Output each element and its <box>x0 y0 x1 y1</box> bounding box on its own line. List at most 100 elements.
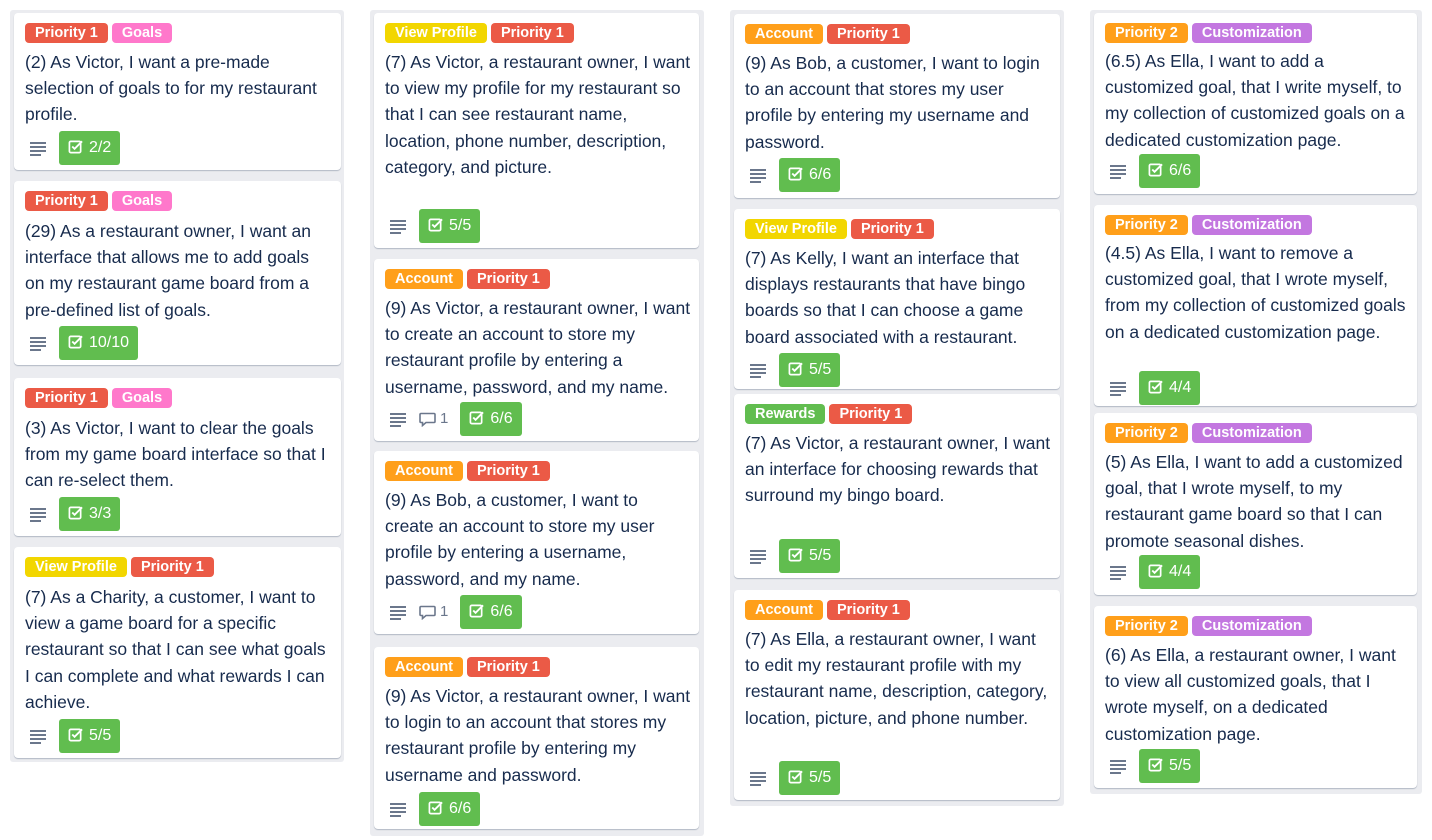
card[interactable]: Priority 1 Goals (29) As a restaurant own… <box>14 181 341 365</box>
card[interactable]: Rewards Priority 1 (7) As Victor, a resta… <box>734 394 1060 578</box>
checklist-icon <box>68 335 83 349</box>
checklist-icon <box>788 362 803 376</box>
label-priority-2[interactable]: Priority 2 <box>1105 23 1188 43</box>
checklist-count: 2/2 <box>89 139 112 156</box>
checklist-icon <box>68 506 83 520</box>
checklist-icon <box>68 140 83 154</box>
label-rewards[interactable]: Rewards <box>745 404 826 424</box>
comment-icon <box>419 412 436 427</box>
card-title: (4.5) As Ella, I want to remove a custom… <box>1105 243 1406 342</box>
description-icon <box>747 539 767 573</box>
comment-icon <box>419 605 436 620</box>
comment-badge: 1 <box>419 595 448 629</box>
card[interactable]: Account Priority 1 (9) As Victor, a resta… <box>374 259 699 441</box>
card-title: (7) As Victor, a restaurant owner, I wan… <box>385 52 691 177</box>
label-account[interactable]: Account <box>745 24 823 44</box>
checklist-icon <box>788 167 803 181</box>
checklist-count: 5/5 <box>1169 757 1192 774</box>
label-view-profile[interactable]: View Profile <box>385 23 487 43</box>
checklist-badge: 6/6 <box>779 158 841 192</box>
checklist-count: 5/5 <box>809 361 832 378</box>
checklist-icon <box>788 770 803 784</box>
card[interactable]: View Profile Priority 1 (7) As Victor, a … <box>374 13 699 248</box>
label-priority-1[interactable]: Priority 1 <box>25 191 108 211</box>
checklist-badge: 4/4 <box>1139 371 1201 405</box>
label-customization[interactable]: Customization <box>1191 423 1312 443</box>
checklist-badge: 4/4 <box>1139 555 1201 589</box>
card-title: (7) As a Charity, a customer, I want to … <box>25 587 326 712</box>
description-icon <box>27 326 47 360</box>
label-priority-1[interactable]: Priority 1 <box>850 219 934 239</box>
label-customization[interactable]: Customization <box>1191 215 1312 235</box>
card[interactable]: Priority 1 Goals (3) As Victor, I want to… <box>14 378 341 536</box>
checklist-count: 6/6 <box>809 166 832 183</box>
checklist-count: 3/3 <box>89 505 112 522</box>
label-priority-1[interactable]: Priority 1 <box>467 657 550 677</box>
label-view-profile[interactable]: View Profile <box>25 557 127 577</box>
card[interactable]: Priority 2 Customization (5) As Ella, I w… <box>1094 413 1417 595</box>
card[interactable]: Account Priority 1 (9) As Bob, a customer… <box>374 451 699 634</box>
label-view-profile[interactable]: View Profile <box>745 219 847 239</box>
card-title: (9) As Victor, a restaurant owner, I wan… <box>385 686 691 785</box>
card-title: (9) As Bob, a customer, I want to login … <box>745 53 1040 152</box>
card-title: (7) As Kelly, I want an interface that d… <box>745 248 1026 347</box>
card-title: (2) As Victor, I want a pre-made selecti… <box>25 52 317 125</box>
checklist-badge: 5/5 <box>419 209 481 243</box>
label-account[interactable]: Account <box>385 269 463 289</box>
comment-count: 1 <box>440 603 449 620</box>
label-priority-1[interactable]: Priority 1 <box>25 23 108 43</box>
checklist-count: 5/5 <box>809 769 832 786</box>
card-title: (3) As Victor, I want to clear the goals… <box>25 418 326 491</box>
card[interactable]: Account Priority 1 (9) As Victor, a resta… <box>374 647 699 829</box>
card[interactable]: Priority 2 Customization (6.5) As Ella, I… <box>1094 13 1417 194</box>
label-goals[interactable]: Goals <box>111 191 173 211</box>
card[interactable]: View Profile Priority 1 (7) As Kelly, I w… <box>734 209 1060 389</box>
label-priority-2[interactable]: Priority 2 <box>1105 215 1188 235</box>
checklist-badge: 6/6 <box>1139 154 1201 188</box>
card-title: (5) As Ella, I want to add a customized … <box>1105 452 1403 551</box>
checklist-count: 6/6 <box>449 800 472 817</box>
checklist-badge: 5/5 <box>779 353 841 387</box>
label-account[interactable]: Account <box>385 461 463 481</box>
card[interactable]: Account Priority 1 (7) As Ella, a restaur… <box>734 590 1060 800</box>
checklist-icon <box>1148 758 1163 772</box>
label-priority-1[interactable]: Priority 1 <box>490 23 574 43</box>
card[interactable]: Priority 2 Customization (6) As Ella, a r… <box>1094 606 1417 788</box>
card[interactable]: View Profile Priority 1 (7) As a Charity,… <box>14 547 341 758</box>
checklist-icon <box>428 218 443 232</box>
label-priority-1[interactable]: Priority 1 <box>467 269 550 289</box>
label-priority-1[interactable]: Priority 1 <box>827 600 910 620</box>
label-priority-1[interactable]: Priority 1 <box>467 461 550 481</box>
card-title: (29) As a restaurant owner, I want an in… <box>25 221 311 320</box>
comment-count: 1 <box>440 410 449 427</box>
card-title: (6) As Ella, a restaurant owner, I want … <box>1105 645 1396 744</box>
label-priority-1[interactable]: Priority 1 <box>130 557 214 577</box>
description-icon <box>1107 555 1127 589</box>
description-icon <box>387 209 407 243</box>
checklist-badge: 5/5 <box>1139 749 1201 783</box>
comment-badge: 1 <box>419 402 448 436</box>
label-goals[interactable]: Goals <box>111 388 173 408</box>
label-priority-2[interactable]: Priority 2 <box>1105 423 1188 443</box>
label-customization[interactable]: Customization <box>1191 616 1312 636</box>
label-priority-1[interactable]: Priority 1 <box>827 24 910 44</box>
label-account[interactable]: Account <box>385 657 463 677</box>
label-priority-1[interactable]: Priority 1 <box>25 388 108 408</box>
card[interactable]: Priority 2 Customization (4.5) As Ella, I… <box>1094 205 1417 406</box>
description-icon <box>387 595 407 629</box>
checklist-count: 5/5 <box>809 547 832 564</box>
checklist-icon <box>428 801 443 815</box>
checklist-count: 6/6 <box>1169 162 1192 179</box>
label-goals[interactable]: Goals <box>111 23 173 43</box>
label-priority-2[interactable]: Priority 2 <box>1105 616 1188 636</box>
description-icon <box>387 792 407 826</box>
description-icon <box>27 719 47 753</box>
card[interactable]: Account Priority 1 (9) As Bob, a customer… <box>734 14 1060 198</box>
checklist-icon <box>469 411 485 425</box>
checklist-badge: 6/6 <box>419 792 481 826</box>
label-priority-1[interactable]: Priority 1 <box>829 404 913 424</box>
label-customization[interactable]: Customization <box>1191 23 1312 43</box>
checklist-badge: 2/2 <box>59 131 121 165</box>
card[interactable]: Priority 1 Goals (2) As Victor, I want a … <box>14 13 341 170</box>
label-account[interactable]: Account <box>745 600 823 620</box>
